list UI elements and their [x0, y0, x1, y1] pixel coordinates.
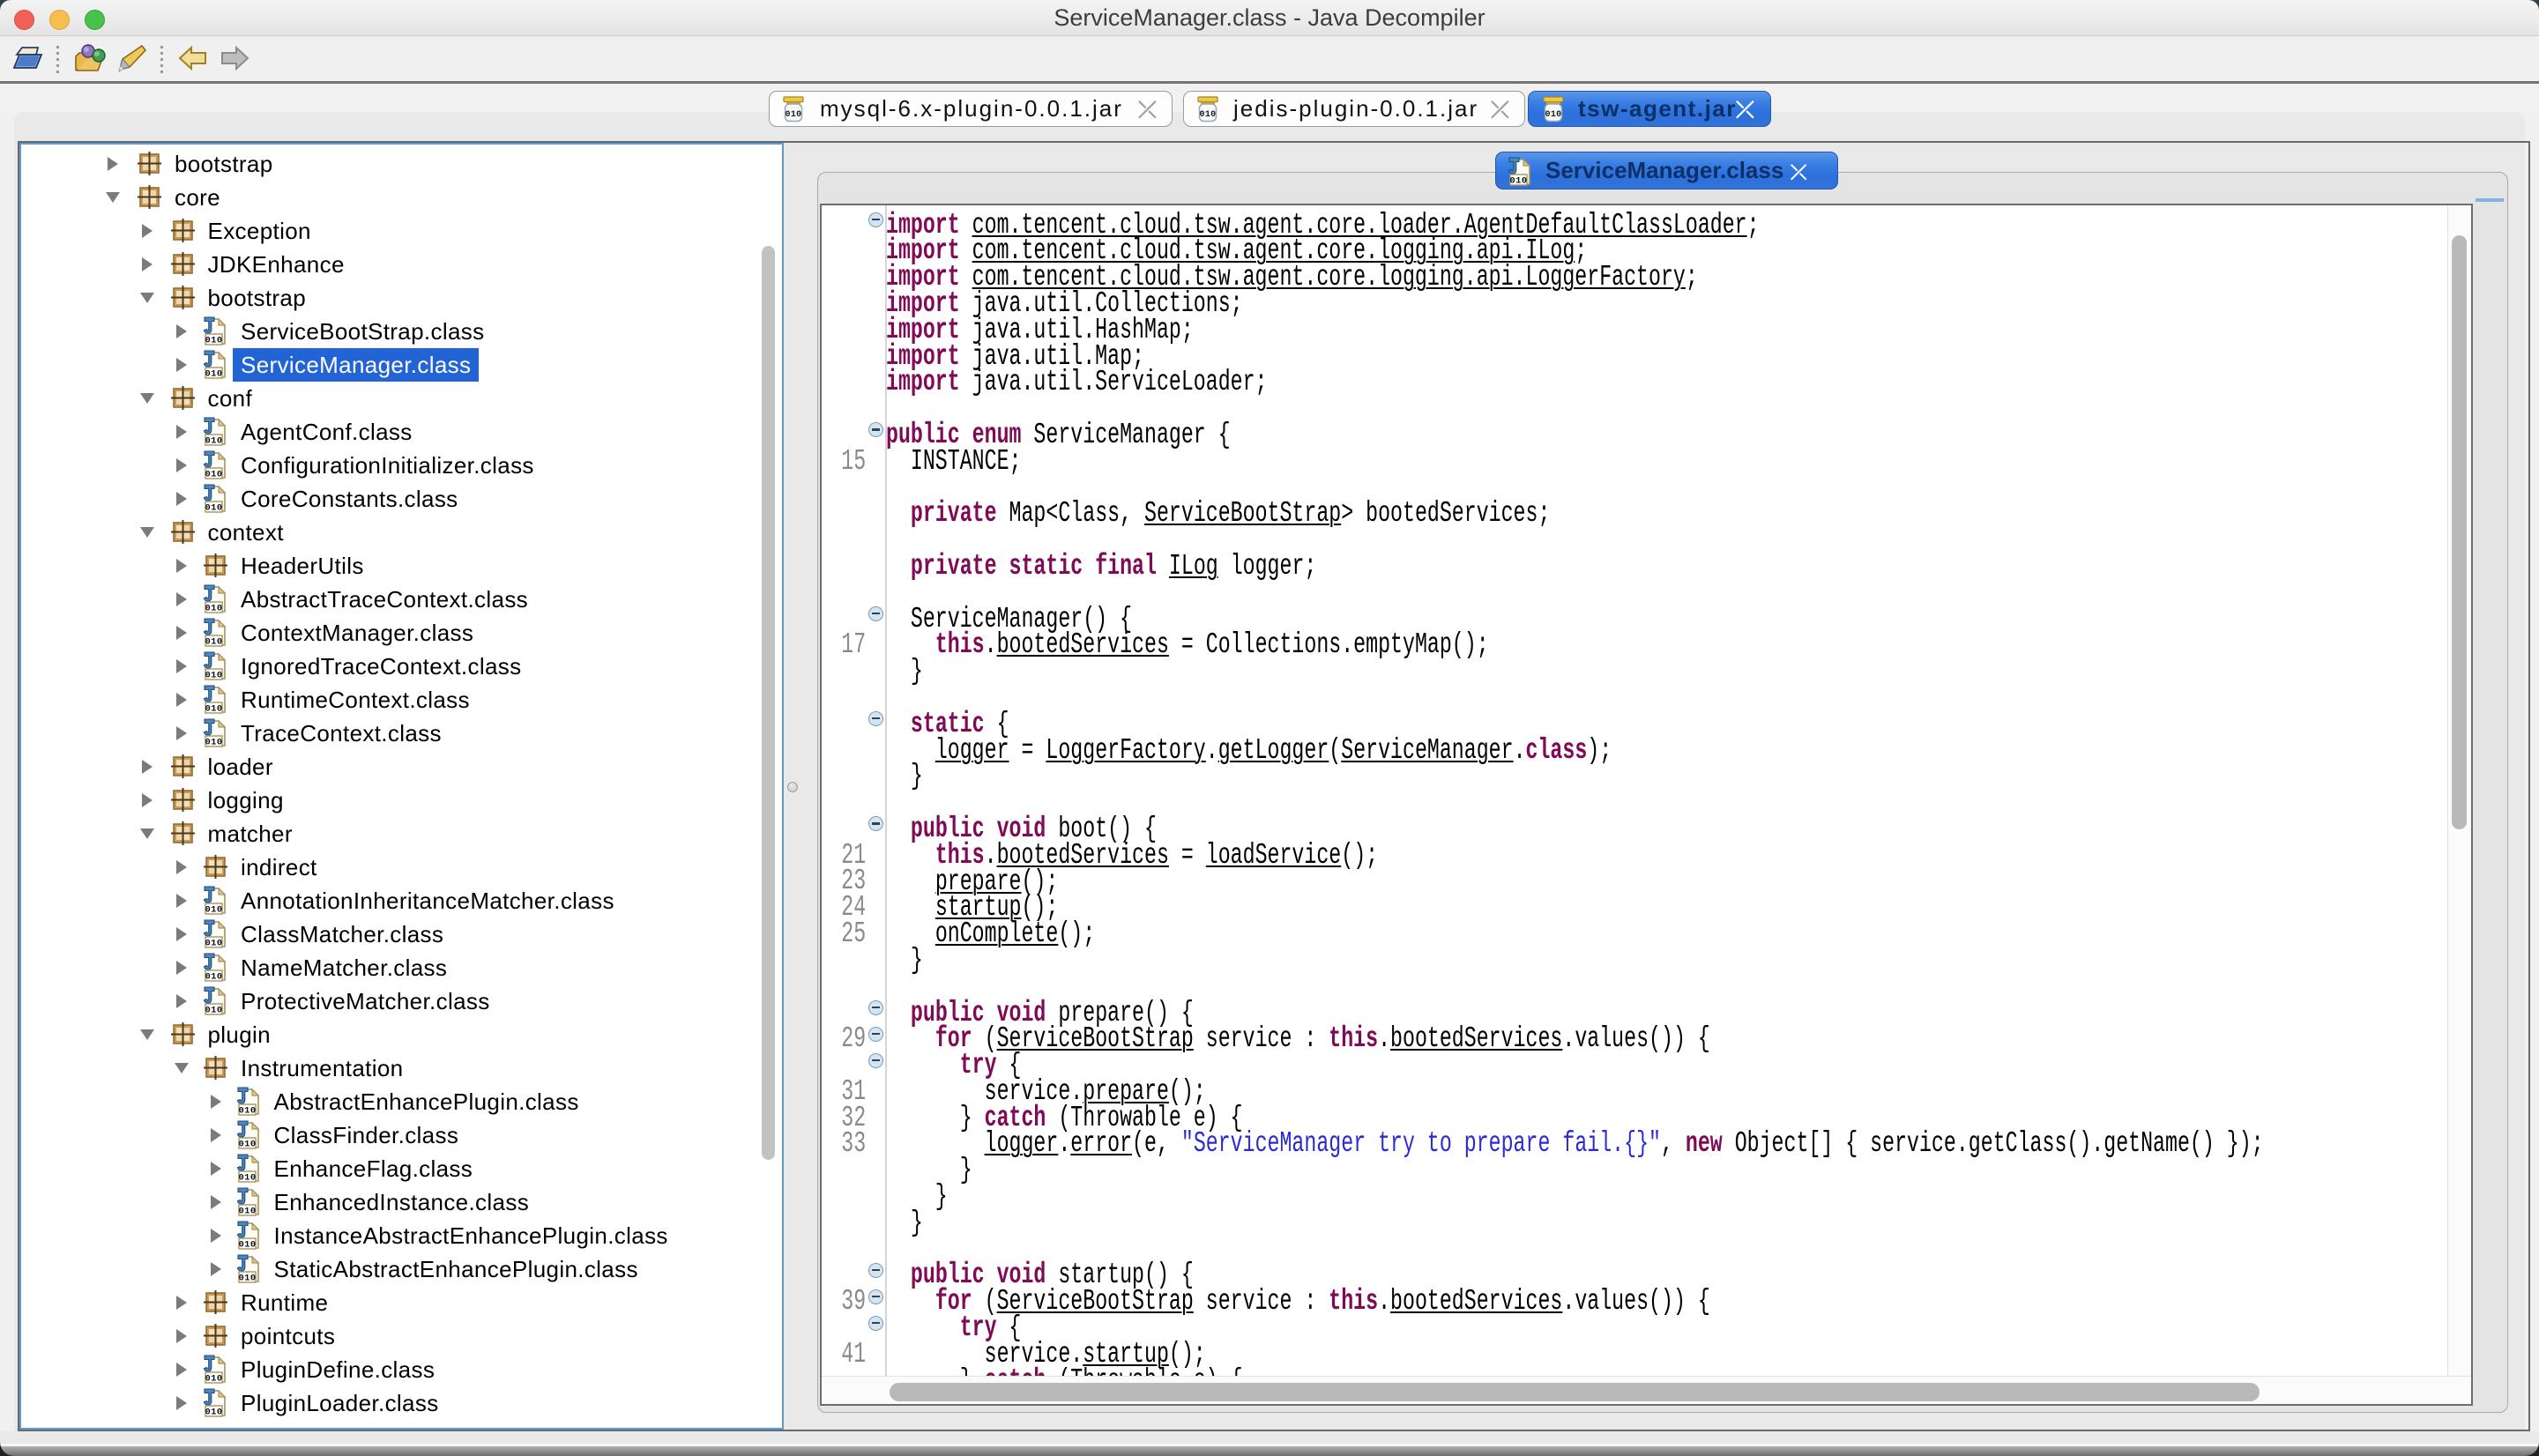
svg-text:010: 010: [238, 1207, 256, 1216]
svg-text:010: 010: [1509, 176, 1527, 186]
svg-text:010: 010: [205, 972, 222, 982]
svg-text:010: 010: [238, 1240, 256, 1250]
svg-text:010: 010: [786, 110, 802, 120]
svg-text:010: 010: [205, 604, 222, 613]
svg-text:010: 010: [205, 503, 222, 513]
svg-text:010: 010: [205, 905, 222, 915]
svg-text:010: 010: [205, 637, 222, 647]
svg-text:010: 010: [205, 1408, 222, 1417]
svg-text:010: 010: [205, 470, 222, 479]
svg-text:010: 010: [238, 1140, 256, 1149]
svg-text:010: 010: [238, 1106, 256, 1116]
svg-text:010: 010: [205, 369, 222, 379]
svg-text:010: 010: [205, 436, 222, 446]
svg-text:010: 010: [1200, 110, 1217, 120]
svg-text:010: 010: [205, 704, 222, 714]
svg-text:010: 010: [205, 1006, 222, 1015]
svg-text:010: 010: [238, 1173, 256, 1183]
svg-text:010: 010: [205, 671, 222, 680]
svg-text:010: 010: [1545, 110, 1562, 120]
svg-text:010: 010: [238, 1274, 256, 1283]
svg-text:010: 010: [205, 1374, 222, 1384]
svg-text:010: 010: [205, 738, 222, 747]
svg-text:010: 010: [205, 336, 222, 345]
svg-text:010: 010: [205, 939, 222, 948]
